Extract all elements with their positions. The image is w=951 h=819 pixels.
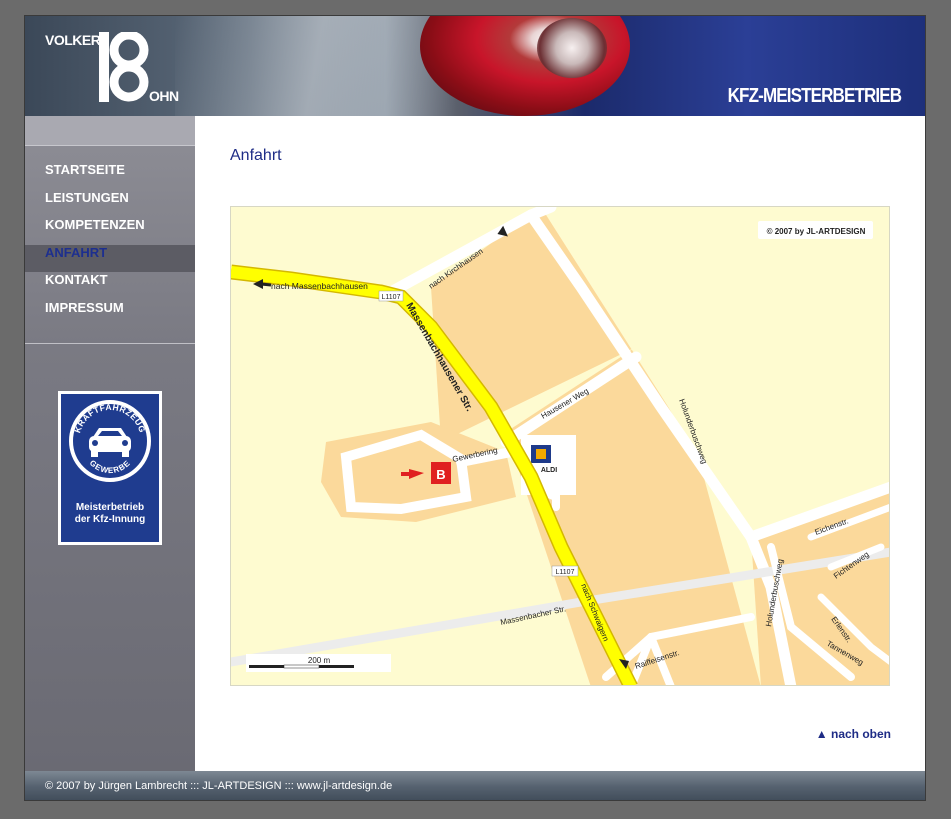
label-l1107-top: L1107: [382, 294, 401, 301]
nav-item-kompetenzen[interactable]: KOMPETENZEN: [25, 217, 195, 245]
nav-item-kontakt[interactable]: KONTAKT: [25, 272, 195, 300]
page-title: Anfahrt: [230, 147, 282, 164]
directions-map[interactable]: B © 2007 by JL-ARTDESIGN nach Massenbach…: [230, 206, 890, 686]
footer-text: © 2007 by Jürgen Lambrecht ::: JL-ARTDES…: [45, 780, 393, 792]
label-massenbachhausen: nach Massenbachhausen: [271, 281, 368, 291]
nav-item-startseite[interactable]: STARTSEITE: [25, 162, 195, 190]
svg-text:GEWERBE: GEWERBE: [88, 458, 132, 475]
sidebar: STARTSEITE LEISTUNGEN KOMPETENZEN ANFAHR…: [25, 116, 195, 771]
logo-text-last: OHN: [149, 88, 179, 104]
logo-text-first: VOLKER: [45, 32, 101, 48]
banner-shine: [175, 16, 455, 116]
nav-item-impressum[interactable]: IMPRESSUM: [25, 300, 195, 328]
back-to-top-link[interactable]: ▲ nach oben: [816, 727, 891, 741]
badge-line-1: Meisterbetrieb: [75, 502, 145, 513]
badge-bottom-text: GEWERBE: [88, 458, 132, 475]
main-content: Anfahrt B © 2007 by JL-ARTDESIGN nach Ma…: [195, 116, 925, 771]
car-emblem-icon: KRAFTFAHRZEUG GEWERBE: [72, 402, 147, 475]
nav-divider: [25, 343, 195, 344]
footer: © 2007 by Jürgen Lambrecht ::: JL-ARTDES…: [25, 771, 925, 800]
label-aldi: ALDI: [541, 467, 557, 474]
header-banner: VOLKER OHN KFZ-MEISTERBETRIEB: [25, 16, 925, 116]
map-copyright: © 2007 by JL-ARTDESIGN: [767, 227, 866, 236]
kfz-innung-badge: KRAFTFAHRZEUG GEWERBE Meisterbetrieb der…: [58, 391, 162, 545]
badge-inner: KRAFTFAHRZEUG GEWERBE Meisterbetrieb der…: [61, 394, 159, 542]
scale-label: 200 m: [308, 656, 331, 665]
car-taillight-highlight: [537, 18, 607, 78]
logo-b-mark[interactable]: [97, 32, 149, 104]
badge-line-2: der Kfz-Innung: [74, 514, 146, 525]
svg-text:B: B: [436, 467, 445, 482]
sidebar-topbar: [25, 116, 195, 146]
nav-item-leistungen[interactable]: LEISTUNGEN: [25, 190, 195, 218]
nav-item-anfahrt[interactable]: ANFAHRT: [25, 244, 195, 272]
header-tagline: KFZ-MEISTERBETRIEB: [727, 85, 901, 107]
map-scale-bar: 200 m: [246, 654, 391, 672]
map-svg: B © 2007 by JL-ARTDESIGN nach Massenbach…: [231, 207, 889, 685]
label-l1107-bottom: L1107: [556, 569, 575, 576]
main-navigation: STARTSEITE LEISTUNGEN KOMPETENZEN ANFAHR…: [25, 162, 195, 327]
page-frame: VOLKER OHN KFZ-MEISTERBETRIEB STARTSEITE…: [24, 15, 926, 801]
